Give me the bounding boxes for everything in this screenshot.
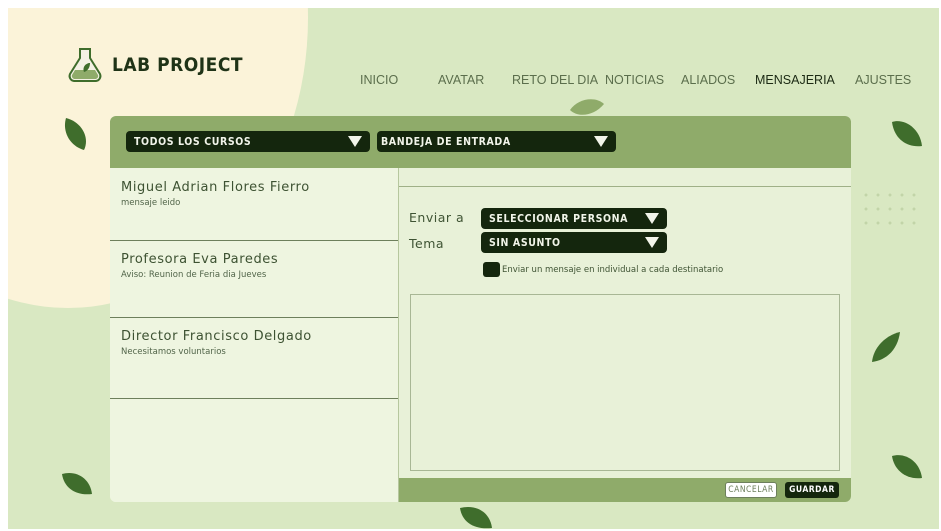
chevron-down-icon	[645, 213, 659, 224]
folder-select-value: BANDEJA DE ENTRADA	[381, 135, 511, 148]
recipient-select-value: SELECCIONAR PERSONA	[489, 212, 629, 225]
leaf-icon	[460, 506, 492, 529]
message-list-item[interactable]: Profesora Eva Paredes Aviso: Reunion de …	[110, 241, 398, 318]
compose-area: Enviar a SELECCIONAR PERSONA Tema SIN AS…	[398, 168, 851, 502]
recipient-label: Enviar a	[409, 210, 465, 225]
leaf-icon	[64, 118, 86, 150]
message-list-item[interactable]: Director Francisco Delgado Necesitamos v…	[110, 318, 398, 399]
sender-name: Director Francisco Delgado	[121, 329, 312, 344]
leaf-icon	[62, 472, 92, 495]
dots-decoration	[860, 188, 920, 234]
nav-item-noticias[interactable]: NOTICIAS	[605, 73, 664, 87]
message-body-input[interactable]	[410, 294, 840, 471]
message-list-item[interactable]: Miguel Adrian Flores Fierro mensaje leid…	[110, 168, 398, 241]
leaf-icon	[892, 455, 922, 479]
messaging-panel: TODOS LOS CURSOS BANDEJA DE ENTRADA Migu…	[110, 116, 851, 502]
brand-logo[interactable]: LAB PROJECT	[66, 46, 243, 84]
sender-name: Profesora Eva Paredes	[121, 252, 279, 267]
chevron-down-icon	[348, 136, 362, 147]
nav-item-mensajeria[interactable]: MENSAJERIA	[755, 73, 835, 87]
chevron-down-icon	[594, 136, 608, 147]
chevron-down-icon	[645, 237, 659, 248]
message-preview: Aviso: Reunion de Feria dia Jueves	[121, 270, 267, 280]
nav-item-aliados[interactable]: ALIADOS	[681, 73, 735, 87]
active-nav-indicator-leaf	[570, 99, 604, 115]
courses-select[interactable]: TODOS LOS CURSOS	[126, 131, 370, 152]
compose-divider	[399, 186, 851, 187]
nav-item-ajustes[interactable]: AJUSTES	[855, 73, 911, 87]
app-frame: LAB PROJECT INICIO AVATAR RETO DEL DIA N…	[8, 8, 939, 529]
leaf-icon	[892, 121, 922, 147]
courses-select-value: TODOS LOS CURSOS	[134, 135, 252, 148]
compose-footer: CANCELAR GUARDAR	[399, 478, 851, 502]
subject-select-value: SIN ASUNTO	[489, 236, 561, 249]
nav-item-avatar[interactable]: AVATAR	[438, 73, 484, 87]
flask-icon	[68, 48, 102, 82]
message-preview: mensaje leido	[121, 198, 181, 208]
filter-bar: TODOS LOS CURSOS BANDEJA DE ENTRADA	[110, 116, 851, 168]
save-button[interactable]: GUARDAR	[785, 482, 839, 498]
leaf-icon	[872, 332, 900, 362]
subject-select[interactable]: SIN ASUNTO	[481, 232, 667, 253]
subject-label: Tema	[409, 236, 445, 251]
folder-select[interactable]: BANDEJA DE ENTRADA	[377, 131, 616, 152]
sender-name: Miguel Adrian Flores Fierro	[121, 180, 310, 195]
message-list: Miguel Adrian Flores Fierro mensaje leid…	[110, 168, 398, 502]
individual-send-label: Enviar un mensaje en individual a cada d…	[502, 265, 724, 275]
brand-title: LAB PROJECT	[112, 54, 244, 76]
message-preview: Necesitamos voluntarios	[121, 347, 226, 357]
nav-item-reto-del-dia[interactable]: RETO DEL DIA	[512, 73, 598, 87]
nav-item-inicio[interactable]: INICIO	[360, 73, 398, 87]
cancel-button[interactable]: CANCELAR	[725, 482, 777, 498]
individual-send-checkbox[interactable]	[483, 262, 500, 277]
recipient-select[interactable]: SELECCIONAR PERSONA	[481, 208, 667, 229]
